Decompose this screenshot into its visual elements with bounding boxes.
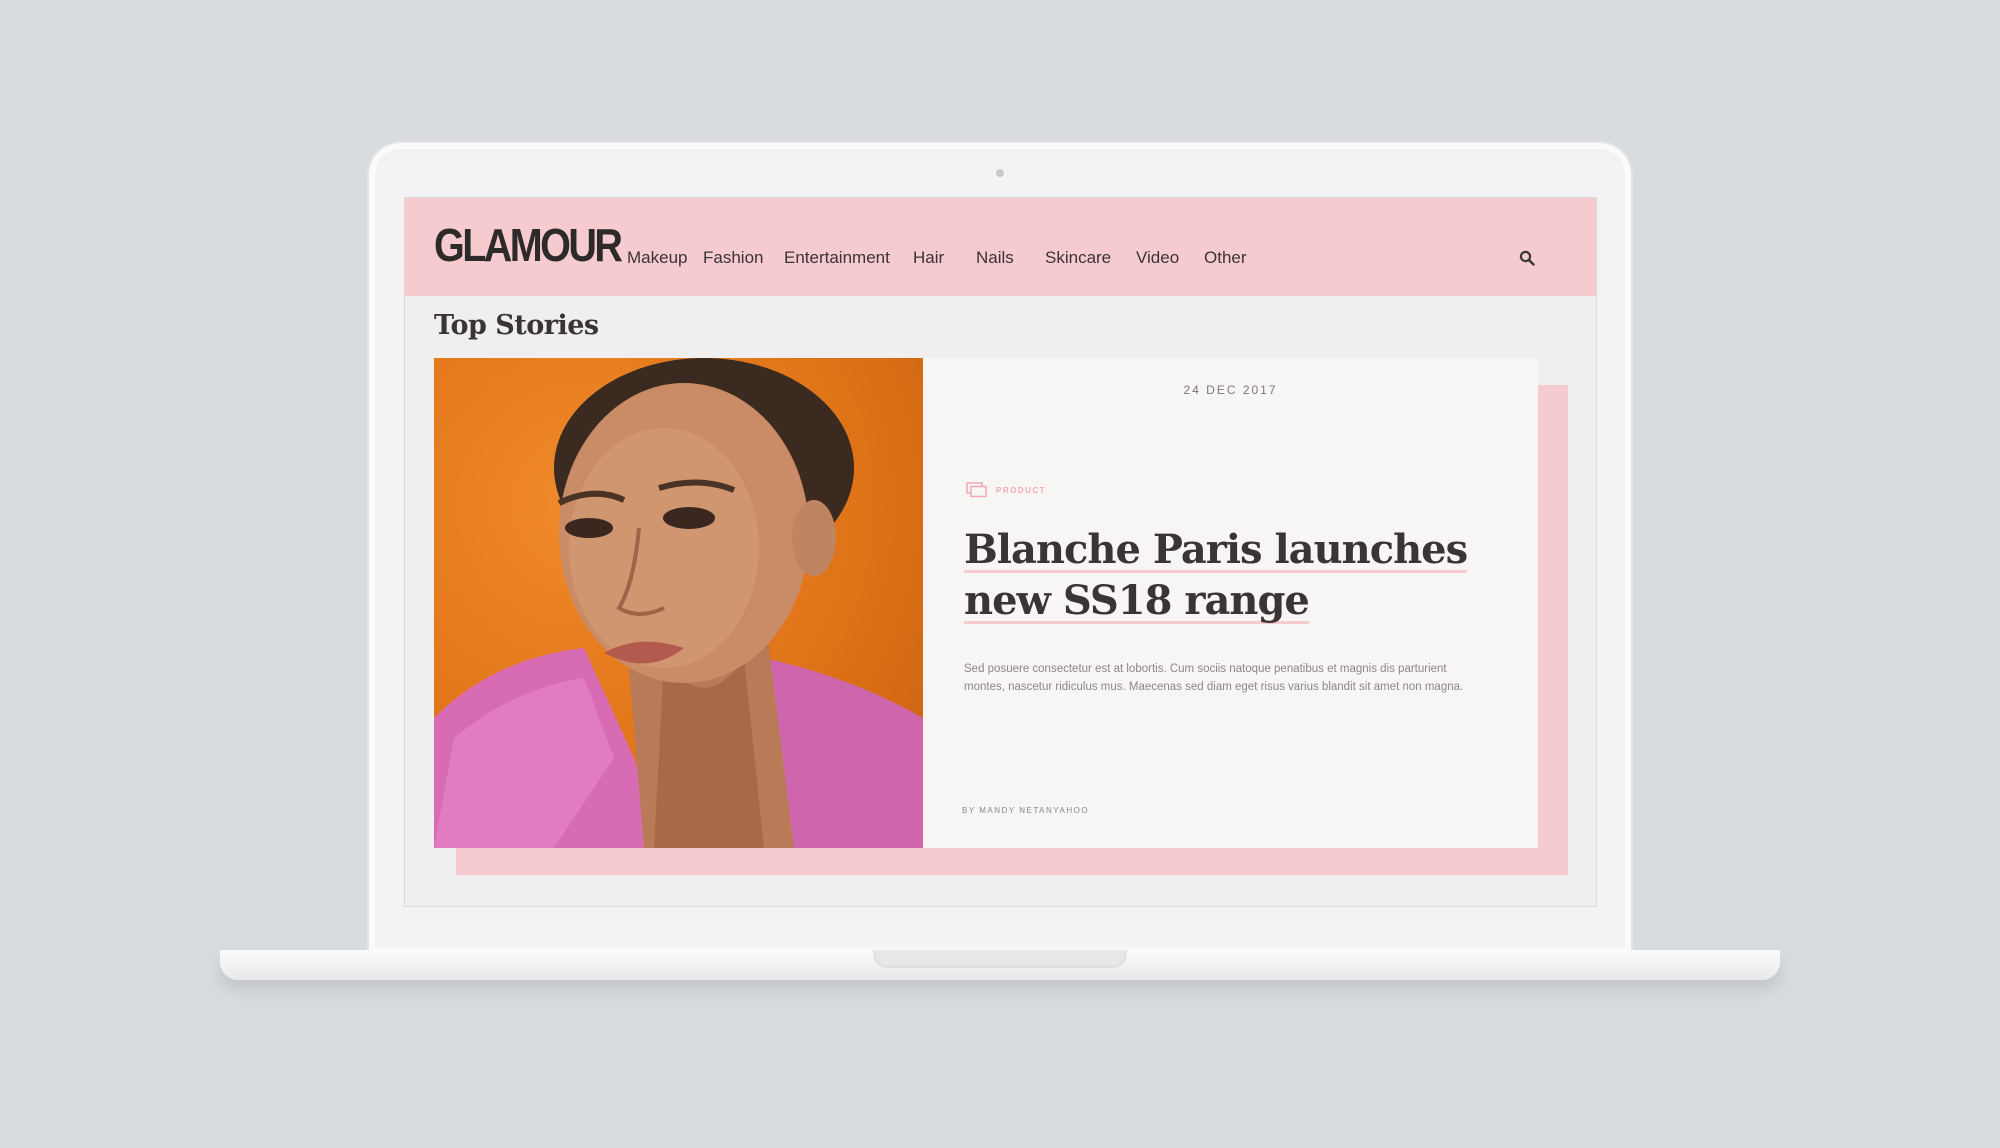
nav-item-entertainment[interactable]: Entertainment [784,248,890,268]
story-image[interactable] [434,358,923,848]
nav-item-fashion[interactable]: Fashion [703,248,763,268]
camera-dot [996,169,1004,177]
nav-item-hair[interactable]: Hair [913,248,944,268]
story-content: 24 DEC 2017 PRODUCT Blanche Paris launch… [923,358,1538,848]
nav-item-nails[interactable]: Nails [976,248,1014,268]
story-headline[interactable]: Blanche Paris launches new SS18 range [964,524,1484,626]
story-card[interactable]: 24 DEC 2017 PRODUCT Blanche Paris launch… [434,358,1538,848]
category-label: PRODUCT [996,485,1047,495]
story-category[interactable]: PRODUCT [966,482,1046,498]
portrait-photo [434,358,923,848]
nav-item-skincare[interactable]: Skincare [1045,248,1111,268]
story-byline: BY MANDY NETANYAHOO [962,806,1090,815]
laptop-notch [873,950,1127,968]
story-excerpt: Sed posuere consectetur est at lobortis.… [964,663,1464,693]
browser-screen: GLAMOUR Makeup Fashion Entertainment Hai… [404,197,1597,907]
nav-item-makeup[interactable]: Makeup [627,248,687,268]
story-date: 24 DEC 2017 [1183,383,1278,397]
headline-line-1[interactable]: Blanche Paris launches [964,526,1468,573]
search-icon[interactable] [1519,250,1535,266]
section-title: Top Stories [434,310,599,341]
nav-item-other[interactable]: Other [1204,248,1247,268]
folder-icon [966,482,987,498]
main-nav: Makeup Fashion Entertainment Hair Nails … [405,198,1596,296]
site-header: GLAMOUR Makeup Fashion Entertainment Hai… [405,198,1596,296]
headline-line-2[interactable]: new SS18 range [964,577,1310,624]
nav-item-video[interactable]: Video [1136,248,1179,268]
